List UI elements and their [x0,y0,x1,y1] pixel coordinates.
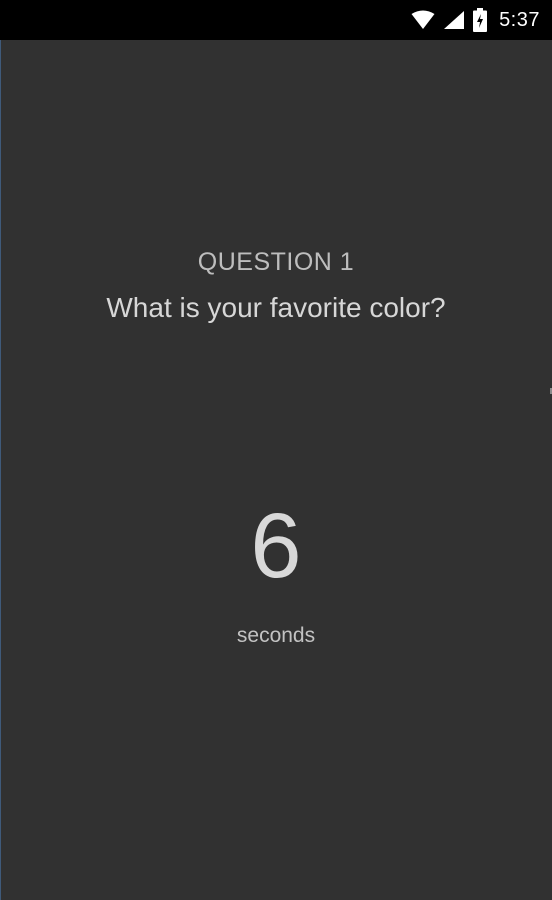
question-text: What is your favorite color? [106,292,446,323]
status-icons: 5:37 [411,0,540,40]
wifi-icon [411,10,435,30]
signal-icon [443,10,465,30]
status-time: 5:37 [499,8,540,31]
app-screen: 5:37 QUESTION 1 What is your favorite co… [0,0,552,900]
question-number: QUESTION 1 [197,248,355,276]
status-bar: 5:37 [0,0,552,40]
countdown-value: 6 [250,495,302,597]
battery-charging-icon [473,8,488,32]
quiz-content: QUESTION 1 What is your favorite color? … [0,40,552,900]
countdown-unit: seconds [236,624,316,647]
